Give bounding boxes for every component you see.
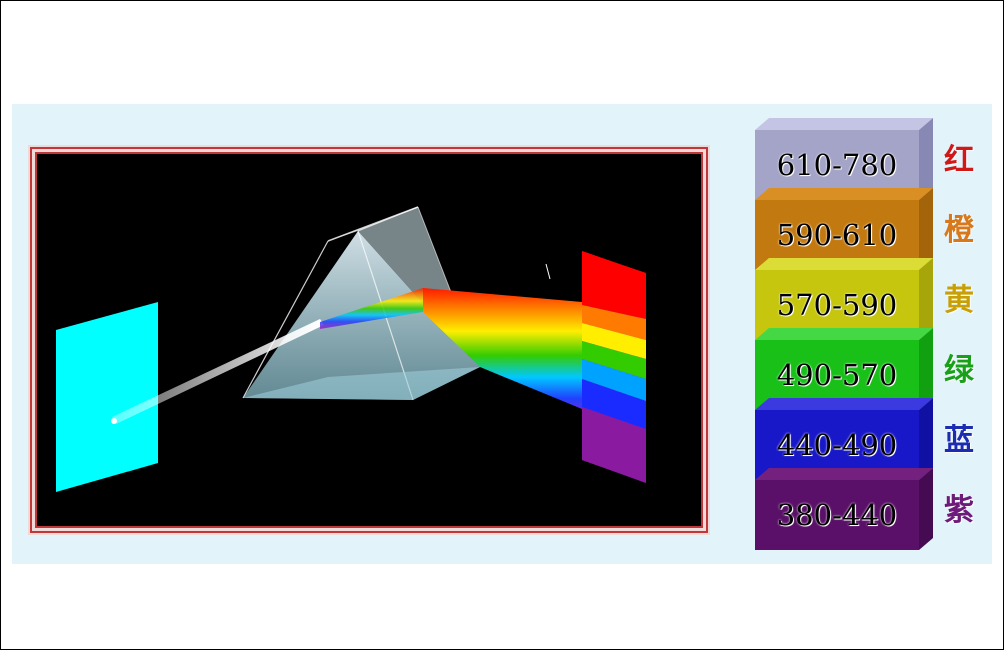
legend-block-side	[919, 328, 933, 410]
wavelength-range-label: 570-590	[776, 288, 898, 322]
legend-block-side	[919, 258, 933, 340]
color-name-label: 蓝	[944, 423, 974, 458]
prism-dispersion-diagram	[28, 145, 710, 535]
legend-block-side	[919, 118, 933, 200]
legend-block-side	[919, 188, 933, 270]
color-name-label: 红	[944, 143, 974, 178]
wavelength-range-label: 440-490	[776, 428, 898, 462]
color-name-label: 橙	[944, 213, 974, 248]
prism-scene	[28, 145, 710, 535]
color-name-label: 黄	[944, 283, 974, 318]
color-name-label: 绿	[944, 353, 974, 388]
color-name-label: 紫	[944, 493, 974, 528]
left-screen	[56, 302, 158, 492]
legend-block-side	[919, 398, 933, 480]
wavelength-range-label: 610-780	[776, 148, 898, 182]
legend-block-side	[919, 468, 933, 550]
wavelength-range-label: 380-440	[776, 498, 898, 532]
wavelength-range-label: 590-610	[776, 218, 898, 252]
legend-block-top	[755, 118, 933, 130]
wavelength-range-label: 490-570	[776, 358, 898, 392]
wavelength-legend: 610-780 红 590-610 橙 570-590 黄 490-570 绿 440-490 蓝…	[755, 118, 985, 550]
